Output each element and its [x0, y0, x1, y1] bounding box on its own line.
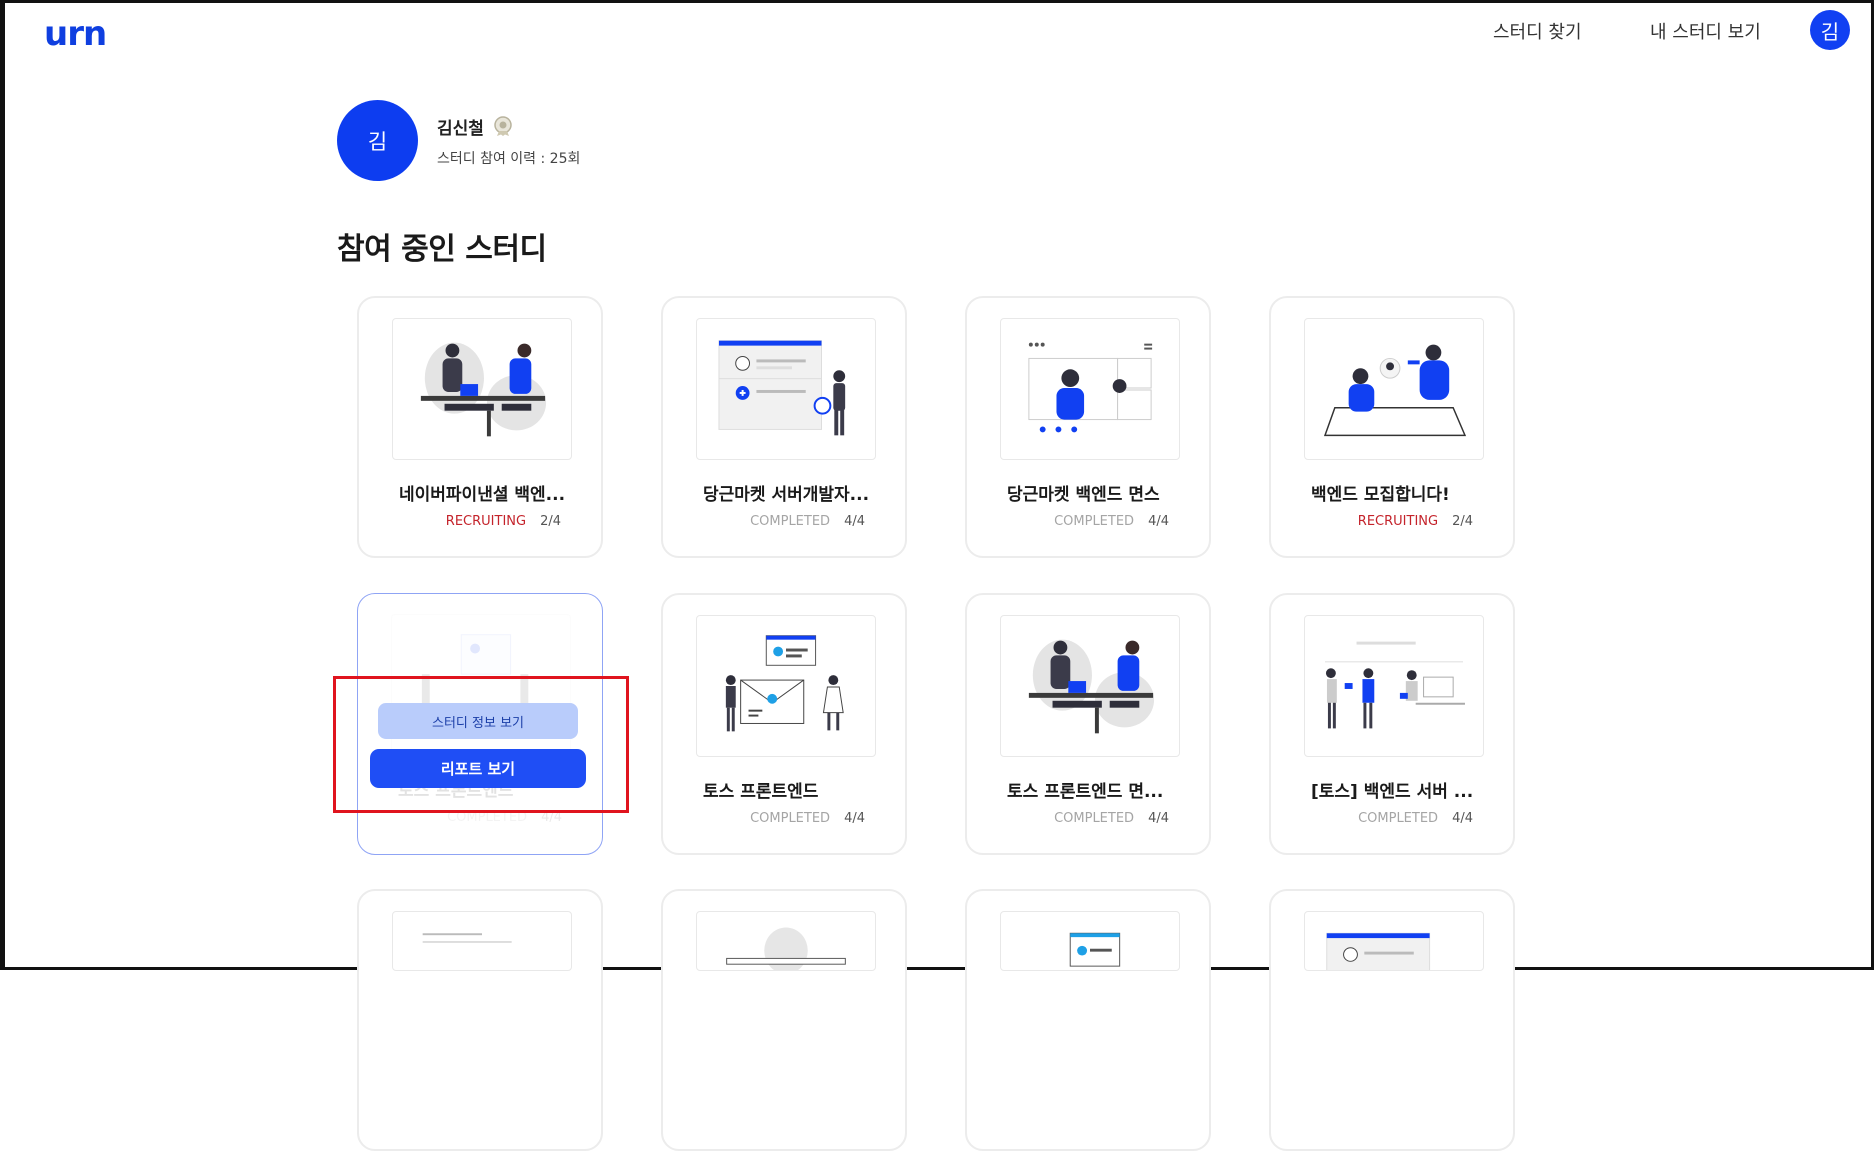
- study-card[interactable]: 당근마켓 백엔드 면스 COMPLETED 4/4: [965, 296, 1211, 558]
- study-illustration: [696, 318, 876, 460]
- logo[interactable]: urn: [44, 14, 107, 54]
- study-card[interactable]: 토스 프론트엔드 면... COMPLETED 4/4: [965, 593, 1211, 855]
- study-title: 당근마켓 백엔드 면스: [1007, 485, 1160, 505]
- member-count: 4/4: [1452, 811, 1473, 826]
- study-title: 토스 프론트엔드 면...: [1007, 782, 1164, 802]
- study-title: 당근마켓 서버개발자...: [703, 485, 870, 505]
- study-illustration: [696, 615, 876, 757]
- member-count: 4/4: [844, 514, 865, 529]
- section-title: 참여 중인 스터디: [337, 232, 547, 267]
- study-title: 네이버파이낸셜 백엔...: [399, 485, 566, 505]
- study-illustration: [1000, 911, 1180, 971]
- study-title: 백엔드 모집합니다!: [1311, 485, 1450, 505]
- status-badge: COMPLETED: [750, 514, 831, 529]
- study-title: [토스] 백엔드 서버 ...: [1311, 782, 1474, 802]
- study-illustration: [1304, 318, 1484, 460]
- study-card[interactable]: [965, 889, 1211, 1151]
- member-count: 4/4: [1148, 811, 1169, 826]
- nav-my-study[interactable]: 내 스터디 보기: [1650, 18, 1761, 44]
- study-card[interactable]: [1269, 889, 1515, 1151]
- study-card[interactable]: [토스] 백엔드 서버 ... COMPLETED 4/4: [1269, 593, 1515, 855]
- study-title: 토스 프론트엔드: [703, 782, 819, 802]
- profile-history: 스터디 참여 이력 : 25회: [437, 151, 581, 167]
- status-badge: RECRUITING: [1357, 514, 1439, 529]
- status-badge: COMPLETED: [1054, 811, 1135, 826]
- study-illustration: [1000, 615, 1180, 757]
- status-badge: COMPLETED: [1358, 811, 1439, 826]
- study-card[interactable]: 토스 프론트엔드 COMPLETED 4/4: [661, 593, 907, 855]
- highlight-annotation: [333, 676, 629, 813]
- header-avatar[interactable]: 김: [1810, 10, 1850, 50]
- study-card[interactable]: 백엔드 모집합니다! RECRUITING 2/4: [1269, 296, 1515, 558]
- medal-icon: [494, 116, 512, 136]
- study-card[interactable]: 당근마켓 서버개발자... COMPLETED 4/4: [661, 296, 907, 558]
- study-card[interactable]: [357, 889, 603, 1151]
- window-frame: [0, 0, 1874, 970]
- study-illustration: [1304, 615, 1484, 757]
- member-count: 4/4: [1148, 514, 1169, 529]
- study-illustration: [392, 911, 572, 971]
- status-badge: COMPLETED: [750, 811, 831, 826]
- study-illustration: [696, 911, 876, 971]
- study-illustration: [1000, 318, 1180, 460]
- status-badge: RECRUITING: [445, 514, 527, 529]
- member-count: 2/4: [540, 514, 561, 529]
- study-card[interactable]: [661, 889, 907, 1151]
- profile-name: 김신철: [437, 119, 484, 139]
- profile-avatar: 김: [337, 100, 418, 181]
- study-card[interactable]: 네이버파이낸셜 백엔... RECRUITING 2/4: [357, 296, 603, 558]
- member-count: 2/4: [1452, 514, 1473, 529]
- member-count: 4/4: [844, 811, 865, 826]
- study-illustration: [1304, 911, 1484, 971]
- study-illustration: [392, 318, 572, 460]
- nav-find-study[interactable]: 스터디 찾기: [1493, 18, 1582, 44]
- status-badge: COMPLETED: [1054, 514, 1135, 529]
